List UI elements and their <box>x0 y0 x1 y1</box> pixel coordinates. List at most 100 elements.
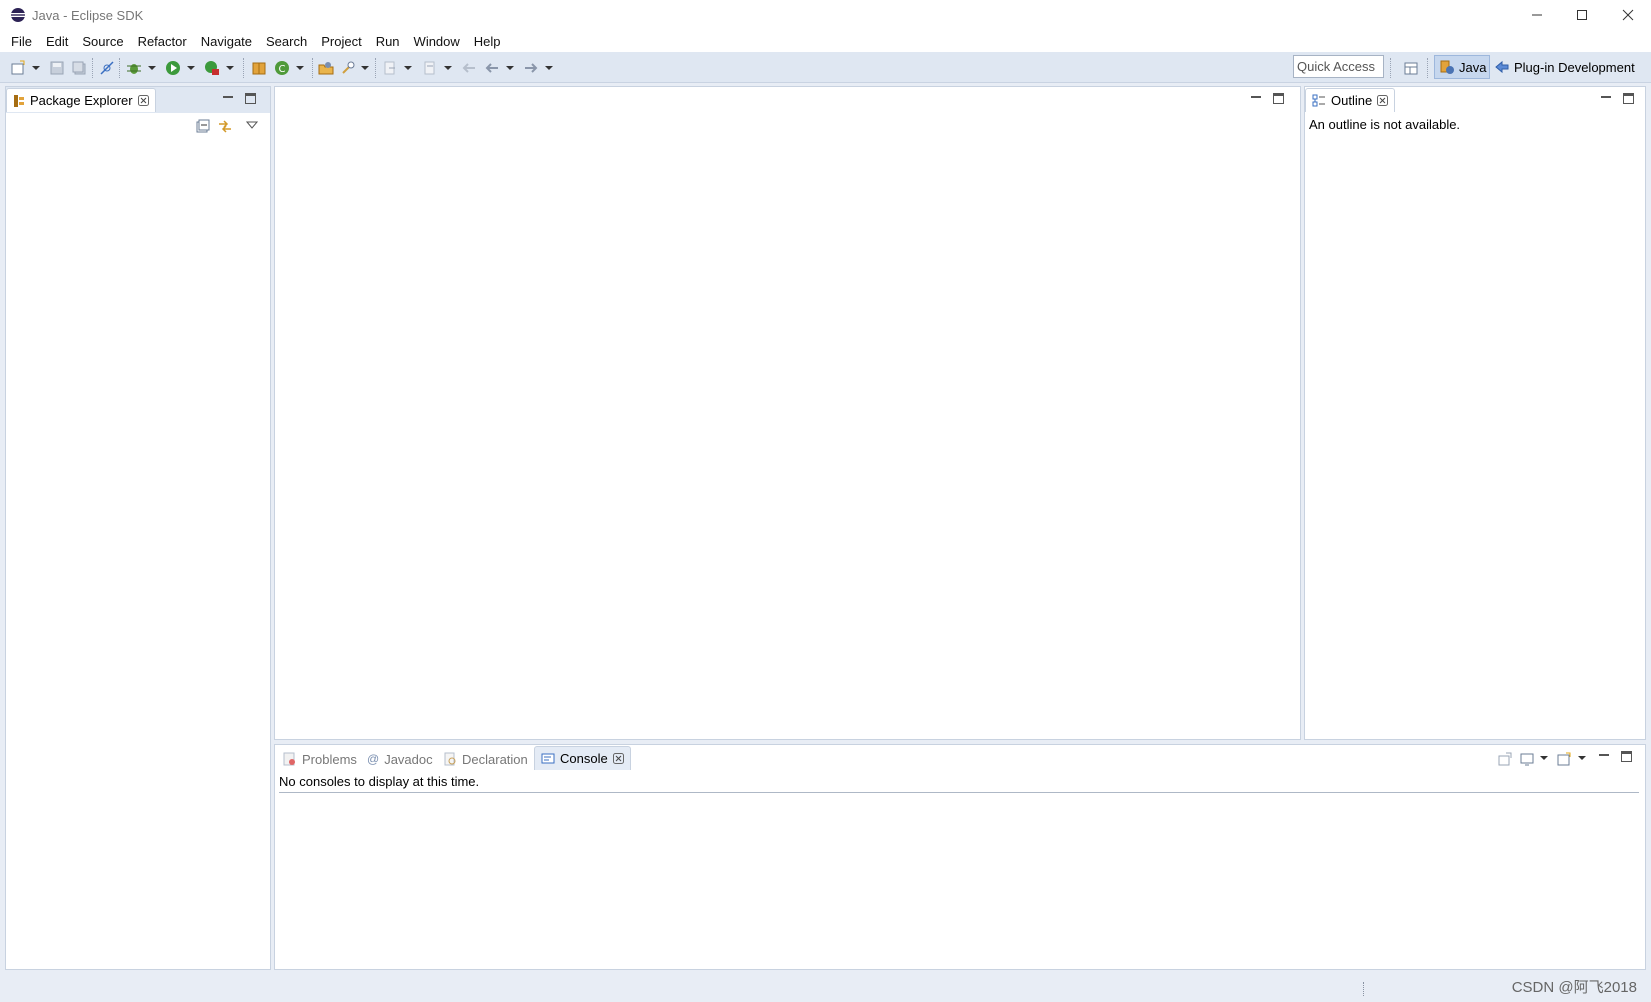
maximize-button[interactable] <box>1559 0 1605 30</box>
problems-icon <box>283 752 295 766</box>
open-perspective-icon[interactable] <box>1403 60 1419 76</box>
menu-bar: File Edit Source Refactor Navigate Searc… <box>0 30 1651 52</box>
external-tools-icon[interactable] <box>204 60 220 76</box>
menu-search[interactable]: Search <box>259 34 314 49</box>
previous-annotation-icon[interactable] <box>422 60 438 76</box>
console-message: No consoles to display at this time. <box>279 774 480 789</box>
console-icon <box>541 753 555 763</box>
perspective-plugin-development[interactable]: Plug-in Development <box>1494 55 1635 79</box>
menu-refactor[interactable]: Refactor <box>131 34 194 49</box>
new-icon[interactable] <box>10 60 26 76</box>
tab-problems[interactable]: Problems <box>277 747 363 771</box>
minimize-view-icon[interactable] <box>1600 92 1612 104</box>
save-all-icon[interactable] <box>71 60 87 76</box>
forward-icon[interactable] <box>523 60 539 76</box>
tab-javadoc-label: Javadoc <box>384 751 433 767</box>
maximize-view-icon[interactable] <box>1621 751 1632 762</box>
open-type-icon[interactable] <box>318 60 334 76</box>
minimize-view-icon[interactable] <box>1598 750 1610 762</box>
maximize-icon <box>1577 10 1587 20</box>
close-tab-icon[interactable] <box>1377 95 1389 106</box>
console-divider <box>279 792 1639 793</box>
tab-declaration-label: Declaration <box>462 751 528 767</box>
tab-package-explorer-label: Package Explorer <box>30 93 133 108</box>
tab-problems-label: Problems <box>302 751 357 767</box>
tab-package-explorer[interactable]: Package Explorer <box>6 88 156 112</box>
maximize-view-icon[interactable] <box>245 93 256 104</box>
run-dropdown-icon[interactable] <box>187 66 195 70</box>
outline-message: An outline is not available. <box>1309 117 1461 132</box>
external-tools-dropdown-icon[interactable] <box>226 66 234 70</box>
previous-annotation-dropdown-icon[interactable] <box>444 66 452 70</box>
javadoc-icon: @ <box>367 752 380 766</box>
menu-project[interactable]: Project <box>314 34 368 49</box>
declaration-icon <box>444 752 456 766</box>
menu-file[interactable]: File <box>4 34 39 49</box>
next-annotation-dropdown-icon[interactable] <box>404 66 412 70</box>
tab-javadoc[interactable]: @ Javadoc <box>361 747 439 771</box>
new-java-class-icon[interactable]: C <box>274 60 290 76</box>
pin-console-icon[interactable] <box>1498 752 1512 766</box>
toolbar-separator <box>1390 58 1391 78</box>
back-dropdown-icon[interactable] <box>506 66 514 70</box>
svg-text:C: C <box>279 64 286 75</box>
menu-help[interactable]: Help <box>467 34 508 49</box>
debug-dropdown-icon[interactable] <box>148 66 156 70</box>
java-perspective-icon <box>1440 60 1454 74</box>
save-icon[interactable] <box>49 60 65 76</box>
bottom-panel: Problems @ Javadoc Declaration Console N… <box>274 744 1646 970</box>
watermark: CSDN @阿飞2018 <box>1511 979 1637 996</box>
search-icon[interactable] <box>340 60 356 76</box>
forward-dropdown-icon[interactable] <box>545 66 553 70</box>
open-console-icon[interactable] <box>1557 752 1571 766</box>
run-icon[interactable] <box>165 60 181 76</box>
skip-breakpoints-icon[interactable] <box>99 60 115 76</box>
editor-area[interactable] <box>274 86 1301 740</box>
window-title: Java - Eclipse SDK <box>32 7 144 23</box>
view-menu-icon[interactable] <box>246 120 258 130</box>
menu-navigate[interactable]: Navigate <box>194 34 259 49</box>
menu-source[interactable]: Source <box>75 34 130 49</box>
open-console-dropdown-icon[interactable] <box>1578 756 1586 760</box>
debug-icon[interactable] <box>126 60 142 76</box>
minimize-view-icon[interactable] <box>222 92 234 104</box>
new-class-dropdown-icon[interactable] <box>296 66 304 70</box>
minimize-editor-icon[interactable] <box>1250 92 1262 104</box>
last-edit-location-icon[interactable] <box>461 60 477 76</box>
menu-run[interactable]: Run <box>369 34 407 49</box>
menu-edit[interactable]: Edit <box>39 34 75 49</box>
back-icon[interactable] <box>484 60 500 76</box>
close-tab-icon[interactable] <box>137 95 149 106</box>
toolbar-separator <box>1427 58 1428 78</box>
search-dropdown-icon[interactable] <box>361 66 369 70</box>
maximize-view-icon[interactable] <box>1623 93 1634 104</box>
minimize-button[interactable] <box>1514 0 1560 30</box>
quick-access-field[interactable]: Quick Access <box>1293 55 1384 78</box>
perspective-java[interactable]: Java <box>1434 55 1490 79</box>
link-with-editor-icon[interactable] <box>217 119 233 133</box>
new-java-package-icon[interactable] <box>251 60 267 76</box>
close-icon <box>1622 9 1634 21</box>
toolbar-separator <box>92 58 93 78</box>
display-console-dropdown-icon[interactable] <box>1540 756 1548 760</box>
perspective-java-label: Java <box>1459 59 1487 75</box>
new-dropdown-icon[interactable] <box>32 66 40 70</box>
outline-icon <box>1312 94 1325 106</box>
close-tab-icon[interactable] <box>612 753 624 764</box>
next-annotation-icon[interactable] <box>382 60 398 76</box>
maximize-editor-icon[interactable] <box>1273 93 1284 104</box>
tab-declaration[interactable]: Declaration <box>437 747 534 771</box>
status-bar <box>0 973 1651 1002</box>
bottom-tabrow: Problems @ Javadoc Declaration Console <box>275 745 1645 771</box>
close-button[interactable] <box>1605 0 1651 30</box>
title-bar: Java - Eclipse SDK <box>0 0 1651 30</box>
tab-console-label: Console <box>560 751 608 766</box>
tab-outline[interactable]: Outline <box>1305 88 1396 112</box>
tab-console[interactable]: Console <box>534 746 631 770</box>
display-console-icon[interactable] <box>1520 752 1534 766</box>
package-explorer-panel: Package Explorer <box>5 86 271 970</box>
menu-window[interactable]: Window <box>407 34 467 49</box>
toolbar-separator <box>243 58 244 78</box>
collapse-all-icon[interactable] <box>196 119 210 133</box>
tab-outline-label: Outline <box>1331 93 1373 108</box>
